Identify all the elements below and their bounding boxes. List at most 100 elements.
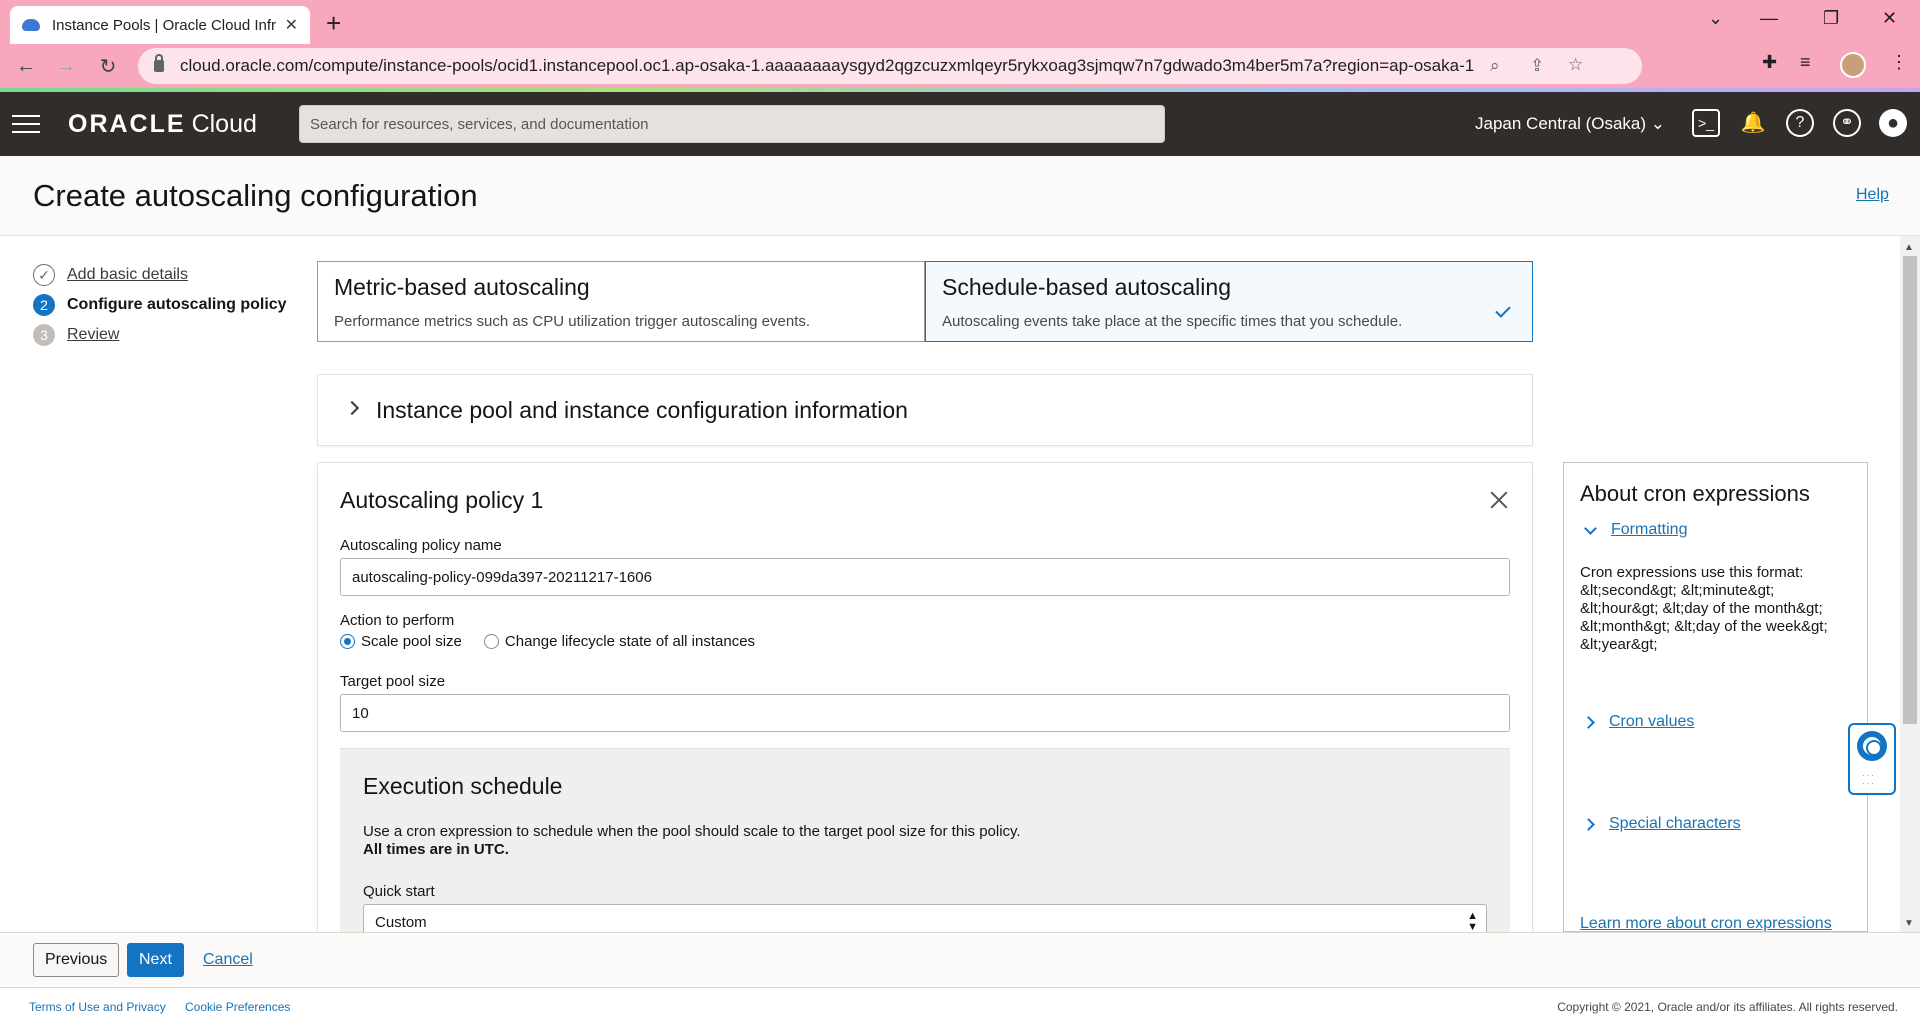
lifebuoy-icon[interactable] xyxy=(1857,731,1887,761)
address-bar-row: ← → ↻ cloud.oracle.com/compute/instance-… xyxy=(0,44,1920,88)
utc-note: All times are in UTC. xyxy=(363,841,509,858)
support-widget[interactable]: ∙∙∙ ∙∙∙ xyxy=(1848,723,1896,795)
cancel-link[interactable]: Cancel xyxy=(203,943,253,977)
forward-icon[interactable]: → xyxy=(48,55,84,78)
previous-button[interactable]: Previous xyxy=(33,943,119,977)
globe-icon[interactable]: ⚭ xyxy=(1833,109,1861,137)
url-bar[interactable]: cloud.oracle.com/compute/instance-pools/… xyxy=(138,48,1642,84)
formatting-link[interactable]: Formatting xyxy=(1611,521,1687,539)
region-label: Japan Central (Osaka) xyxy=(1475,114,1647,133)
page-header: Create autoscaling configuration Help xyxy=(0,156,1920,236)
bookmark-star-icon[interactable]: ☆ xyxy=(1568,55,1583,75)
cron-description: Use a cron expression to schedule when t… xyxy=(363,823,1021,840)
learn-more-cron-link[interactable]: Learn more about cron expressions xyxy=(1580,915,1832,931)
share-icon[interactable]: ⇪ xyxy=(1530,56,1544,76)
bell-icon[interactable]: 🔔 xyxy=(1739,109,1767,137)
execution-schedule-description: Use a cron expression to schedule when t… xyxy=(363,823,1021,859)
radio-change-lifecycle-state[interactable]: Change lifecycle state of all instances xyxy=(483,633,755,650)
help-link[interactable]: Help xyxy=(1856,186,1889,204)
close-icon[interactable] xyxy=(1490,491,1508,509)
scroll-down-arrow-icon[interactable]: ▼ xyxy=(1904,918,1914,929)
new-tab-button[interactable]: + xyxy=(326,8,341,39)
cron-help-panel: About cron expressions Formatting Cron e… xyxy=(1563,462,1868,932)
policy-name-label: Autoscaling policy name xyxy=(340,537,502,554)
lock-icon[interactable] xyxy=(154,54,164,72)
browser-tab-strip: Instance Pools | Oracle Cloud Infr ✕ + ⌄… xyxy=(0,0,1920,44)
radio-button-selected[interactable] xyxy=(340,634,355,649)
restore-icon[interactable]: ❐ xyxy=(1823,8,1839,29)
special-characters-link[interactable]: Special characters xyxy=(1609,815,1741,833)
page-title: Create autoscaling configuration xyxy=(33,178,478,213)
step-add-basic-details[interactable]: ✓ Add basic details xyxy=(33,260,287,290)
cron-format-text: Cron expressions use this format: &lt;se… xyxy=(1580,564,1828,653)
special-characters-toggle[interactable]: Special characters xyxy=(1582,815,1741,833)
chevron-right-icon[interactable] xyxy=(1582,715,1595,729)
target-pool-size-label: Target pool size xyxy=(340,673,446,690)
scroll-up-arrow-icon[interactable]: ▲ xyxy=(1904,242,1914,253)
chevron-down-icon[interactable] xyxy=(1584,521,1597,535)
execution-schedule-title: Execution schedule xyxy=(363,773,563,799)
profile-avatar[interactable] xyxy=(1840,52,1866,78)
url-text: cloud.oracle.com/compute/instance-pools/… xyxy=(180,56,1475,75)
target-pool-size-input[interactable] xyxy=(340,694,1510,732)
page-footer: Terms of Use and Privacy Cookie Preferen… xyxy=(0,988,1920,1019)
chevron-right-icon[interactable] xyxy=(1582,817,1595,831)
global-search-input[interactable]: Search for resources, services, and docu… xyxy=(299,105,1165,143)
extensions-icon[interactable]: ✚ xyxy=(1762,52,1777,73)
step-review[interactable]: 3 Review xyxy=(33,320,287,350)
step-number: 2 xyxy=(33,294,55,316)
autoscaling-policy-panel: Autoscaling policy 1 Autoscaling policy … xyxy=(317,462,1533,932)
browser-menu-icon[interactable]: ⋮ xyxy=(1890,52,1908,73)
metric-based-autoscaling-card[interactable]: Metric-based autoscaling Performance met… xyxy=(317,261,925,342)
card-title: Metric-based autoscaling xyxy=(334,274,590,300)
page-scrollbar[interactable]: ▲ ▼ xyxy=(1900,236,1920,933)
minimize-icon[interactable]: — xyxy=(1760,8,1778,29)
step-number: 3 xyxy=(33,324,55,346)
region-selector[interactable]: Japan Central (Osaka) ⌄ xyxy=(1475,114,1665,134)
action-radio-group: Scale pool size Change lifecycle state o… xyxy=(340,633,777,650)
reload-icon[interactable]: ↻ xyxy=(90,54,126,79)
step-configure-autoscaling-policy: 2 Configure autoscaling policy xyxy=(33,290,287,320)
window-close-icon[interactable]: ✕ xyxy=(1882,8,1897,29)
quick-start-select[interactable]: Custom ▲ ▼ xyxy=(363,904,1487,932)
radio-button[interactable] xyxy=(483,634,499,649)
console-header: ORACLE Cloud Search for resources, servic… xyxy=(0,92,1920,156)
oracle-cloud-favicon-icon xyxy=(22,19,40,31)
user-icon[interactable]: ● xyxy=(1879,109,1907,137)
card-description: Autoscaling events take place at the spe… xyxy=(942,313,1403,330)
section-title[interactable]: Instance pool and instance configuration… xyxy=(376,397,908,424)
drag-handle-icon[interactable]: ∙∙∙ ∙∙∙ xyxy=(1862,771,1884,788)
navigation-menu-icon[interactable] xyxy=(12,115,40,133)
back-icon[interactable]: ← xyxy=(8,55,44,78)
formatting-toggle[interactable]: Formatting xyxy=(1582,521,1687,539)
browser-tab[interactable]: Instance Pools | Oracle Cloud Infr ✕ xyxy=(10,6,310,44)
step-label[interactable]: Review xyxy=(67,326,119,344)
wizard-action-bar: Previous Next Cancel xyxy=(0,932,1920,988)
zoom-icon[interactable]: ⌕ xyxy=(1490,56,1500,76)
media-icon[interactable]: ≡ xyxy=(1800,52,1811,73)
cron-values-toggle[interactable]: Cron values xyxy=(1582,713,1694,731)
schedule-based-autoscaling-card[interactable]: Schedule-based autoscaling Autoscaling e… xyxy=(925,261,1533,342)
policy-name-input[interactable] xyxy=(340,558,1510,596)
scrollbar-thumb[interactable] xyxy=(1903,256,1917,724)
cloud-shell-icon[interactable]: >_ xyxy=(1692,109,1720,137)
chevron-down-icon: ⌄ xyxy=(1650,114,1666,133)
chevron-right-icon[interactable] xyxy=(344,400,360,416)
cookie-preferences-link[interactable]: Cookie Preferences xyxy=(185,1000,290,1014)
step-label[interactable]: Add basic details xyxy=(67,266,188,284)
radio-label[interactable]: Change lifecycle state of all instances xyxy=(505,633,755,650)
oracle-cloud-logo[interactable]: ORACLE Cloud xyxy=(68,110,257,139)
radio-label[interactable]: Scale pool size xyxy=(361,633,462,650)
radio-scale-pool-size[interactable]: Scale pool size xyxy=(340,633,462,650)
card-description: Performance metrics such as CPU utilizat… xyxy=(334,313,811,330)
brand-oracle: ORACLE xyxy=(68,110,186,138)
cron-values-link[interactable]: Cron values xyxy=(1609,713,1694,731)
next-button[interactable]: Next xyxy=(127,943,184,977)
terms-link[interactable]: Terms of Use and Privacy xyxy=(29,1000,166,1014)
copyright-text: Copyright © 2021, Oracle and/or its affi… xyxy=(1557,1000,1898,1014)
card-title: Schedule-based autoscaling xyxy=(942,274,1231,300)
tab-search-icon[interactable]: ⌄ xyxy=(1708,8,1723,29)
help-icon[interactable]: ? xyxy=(1786,109,1814,137)
instance-pool-info-section[interactable]: Instance pool and instance configuration… xyxy=(317,374,1533,446)
tab-close-icon[interactable]: ✕ xyxy=(285,15,298,35)
